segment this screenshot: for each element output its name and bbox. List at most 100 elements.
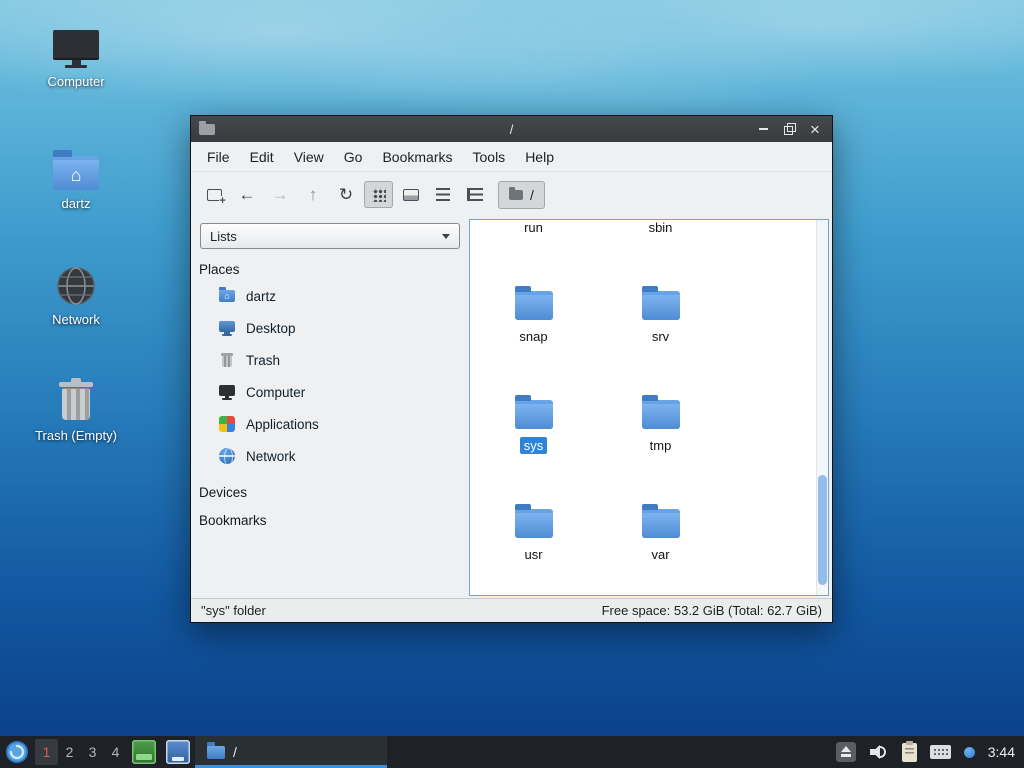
- desktop-icon: [218, 319, 236, 337]
- compact-view-icon: [435, 188, 450, 201]
- file-manager-launcher-icon[interactable]: [166, 740, 190, 764]
- network-tray-icon[interactable]: [963, 746, 975, 758]
- icon-view-button[interactable]: [364, 181, 393, 208]
- file-item-snap[interactable]: snap: [470, 249, 597, 358]
- clipboard-icon[interactable]: [901, 740, 917, 762]
- back-button[interactable]: [232, 180, 262, 210]
- file-item-run[interactable]: run: [470, 220, 597, 249]
- menu-tools[interactable]: Tools: [463, 144, 516, 170]
- workspace-button-3[interactable]: 3: [81, 739, 104, 765]
- menu-edit[interactable]: Edit: [240, 144, 284, 170]
- task-label: /: [233, 744, 237, 760]
- up-button[interactable]: [298, 180, 328, 210]
- sidebar-item-computer[interactable]: Computer: [191, 376, 469, 408]
- desktop-icon-label: Computer: [47, 74, 105, 89]
- sidebar-section-bookmarks[interactable]: Bookmarks: [199, 513, 469, 528]
- menu-file[interactable]: File: [197, 144, 240, 170]
- refresh-button[interactable]: [331, 180, 361, 210]
- file-label: var: [651, 547, 670, 562]
- sidebar-item-label: dartz: [246, 288, 277, 304]
- home-folder-icon: ⌂: [53, 150, 99, 190]
- status-left: "sys" folder: [201, 603, 266, 618]
- home-folder-icon: ⌂: [218, 287, 236, 305]
- desktop-icon-network[interactable]: Network: [30, 254, 122, 327]
- path-crumb-root[interactable]: /: [498, 180, 545, 209]
- sidebar-mode-value: Lists: [210, 228, 237, 244]
- workspace-button-1[interactable]: 1: [35, 739, 58, 765]
- clock[interactable]: 3:44: [988, 744, 1015, 760]
- sidebar-item-trash[interactable]: Trash: [191, 344, 469, 376]
- sidebar-section-places[interactable]: Places: [199, 262, 469, 277]
- desktop-icon-trash[interactable]: Trash (Empty): [30, 370, 122, 443]
- removable-media-icon[interactable]: [835, 742, 856, 762]
- sidebar-section-devices[interactable]: Devices: [199, 485, 469, 500]
- network-icon: [219, 448, 235, 464]
- file-label: sbin: [648, 220, 673, 235]
- close-button[interactable]: [802, 118, 828, 140]
- sidebar-item-home[interactable]: ⌂ dartz: [191, 280, 469, 312]
- menu-go[interactable]: Go: [334, 144, 373, 170]
- file-label: usr: [524, 547, 543, 562]
- forward-button[interactable]: [265, 180, 295, 210]
- applications-icon: [219, 416, 235, 432]
- folder-icon: [509, 186, 523, 200]
- volume-icon[interactable]: [869, 743, 889, 761]
- maximize-button[interactable]: [776, 118, 802, 140]
- file-view[interactable]: run sbin snap srv sys tmp usr var: [469, 219, 829, 596]
- thumbnail-view-button[interactable]: [396, 181, 425, 208]
- computer-icon: [218, 383, 236, 401]
- workspace-button-2[interactable]: 2: [58, 739, 81, 765]
- scrollbar-thumb[interactable]: [818, 475, 827, 585]
- file-label-selected: sys: [519, 437, 548, 454]
- sidebar-item-label: Network: [246, 448, 296, 464]
- file-manager-window: / File Edit View Go Bookmarks Tools Help: [190, 115, 833, 623]
- status-bar: "sys" folder Free space: 53.2 GiB (Total…: [191, 598, 832, 622]
- menu-help[interactable]: Help: [515, 144, 564, 170]
- new-tab-button[interactable]: [199, 180, 229, 210]
- grid-view-icon: [371, 187, 386, 202]
- sidebar-item-applications[interactable]: Applications: [191, 408, 469, 440]
- compact-view-button[interactable]: [428, 181, 457, 208]
- detailed-list-view-button[interactable]: [460, 181, 489, 208]
- terminal-launcher-icon[interactable]: [132, 740, 156, 764]
- folder-icon: [207, 741, 225, 759]
- path-bar[interactable]: /: [498, 179, 824, 211]
- file-item-usr[interactable]: usr: [470, 467, 597, 576]
- taskbar-task-root-folder[interactable]: /: [195, 736, 387, 768]
- sidebar-mode-select[interactable]: Lists: [200, 223, 460, 249]
- lxqt-logo-icon: [6, 741, 28, 763]
- desktop-icon-computer[interactable]: Computer: [30, 16, 122, 89]
- titlebar[interactable]: /: [191, 116, 832, 142]
- sidebar: Lists Places ⌂ dartz Desktop Trash Compu…: [191, 217, 469, 598]
- workspace-button-4[interactable]: 4: [104, 739, 127, 765]
- window-folder-icon: [199, 120, 215, 135]
- new-tab-icon: [206, 188, 226, 207]
- folder-icon: [514, 395, 553, 429]
- minimize-button[interactable]: [750, 118, 776, 140]
- sidebar-item-desktop[interactable]: Desktop: [191, 312, 469, 344]
- desktop-icon-label: dartz: [61, 196, 91, 211]
- menu-bookmarks[interactable]: Bookmarks: [372, 144, 462, 170]
- file-item-sbin[interactable]: sbin: [597, 220, 724, 249]
- sidebar-item-label: Trash: [246, 352, 281, 368]
- file-label: run: [524, 220, 543, 235]
- trash-icon: [218, 351, 236, 369]
- file-item-sys[interactable]: sys: [470, 358, 597, 467]
- network-globe-icon: [57, 267, 95, 305]
- thumbnail-view-icon: [402, 188, 419, 201]
- window-title: /: [509, 121, 514, 137]
- menu-view[interactable]: View: [284, 144, 334, 170]
- app-menu-button[interactable]: [4, 739, 30, 765]
- desktop[interactable]: Computer ⌂ dartz Network Trash (Empty) /: [0, 0, 1024, 768]
- sidebar-item-network[interactable]: Network: [191, 440, 469, 472]
- sidebar-item-label: Desktop: [246, 320, 296, 336]
- file-label: tmp: [649, 438, 672, 453]
- keyboard-layout-icon[interactable]: [929, 745, 951, 759]
- system-tray: 3:44: [835, 740, 1024, 762]
- desktop-icon-home[interactable]: ⌂ dartz: [30, 138, 122, 211]
- file-item-var[interactable]: var: [597, 467, 724, 576]
- file-item-tmp[interactable]: tmp: [597, 358, 724, 467]
- file-label: srv: [651, 329, 670, 344]
- vertical-scrollbar[interactable]: [816, 220, 828, 595]
- file-item-srv[interactable]: srv: [597, 249, 724, 358]
